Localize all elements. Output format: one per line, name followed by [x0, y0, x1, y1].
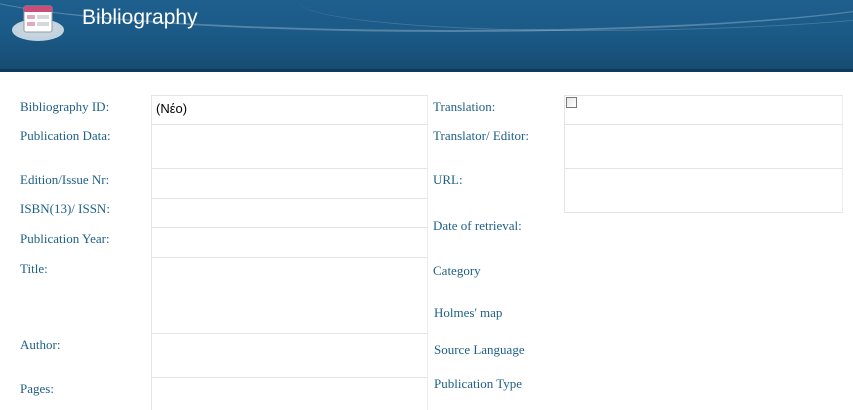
label-publication-type: Publication Type [434, 376, 523, 391]
form-header: Bibliography [0, 0, 853, 72]
author-field[interactable] [151, 333, 428, 378]
label-title: Title: [20, 261, 48, 276]
label-publication-data: Publication Data: [20, 128, 111, 143]
bibliography-id-field[interactable]: (Νέο) [151, 95, 428, 125]
label-pages: Pages: [20, 381, 54, 396]
translation-field [564, 95, 843, 125]
label-edition-issue: Edition/Issue Nr: [20, 172, 110, 187]
label-date-of-retrieval: Date of retrieval: [433, 218, 522, 233]
title-field[interactable] [151, 257, 428, 334]
page-title: Bibliography [82, 6, 198, 29]
label-category: Category [433, 263, 481, 278]
label-translation: Translation: [433, 99, 496, 114]
label-author: Author: [20, 337, 61, 352]
url-field[interactable] [564, 168, 843, 213]
isbn-issn-field[interactable] [151, 198, 428, 228]
label-isbn-issn: ISBN(13)/ ISSN: [20, 201, 110, 216]
label-holmes-map: Holmes' map [434, 305, 503, 320]
publication-data-field[interactable] [151, 124, 428, 169]
label-translator-editor: Translator/ Editor: [433, 128, 529, 143]
label-bibliography-id: Bibliography ID: [20, 99, 110, 114]
pages-field[interactable] [151, 377, 428, 410]
translation-checkbox[interactable] [566, 97, 577, 108]
form-icon [12, 5, 64, 41]
label-publication-year: Publication Year: [20, 231, 110, 246]
edition-issue-field[interactable] [151, 168, 428, 199]
publication-year-field[interactable] [151, 227, 428, 258]
translator-editor-field[interactable] [564, 124, 843, 169]
label-url: URL: [433, 172, 463, 187]
label-source-language: Source Language [434, 342, 525, 357]
